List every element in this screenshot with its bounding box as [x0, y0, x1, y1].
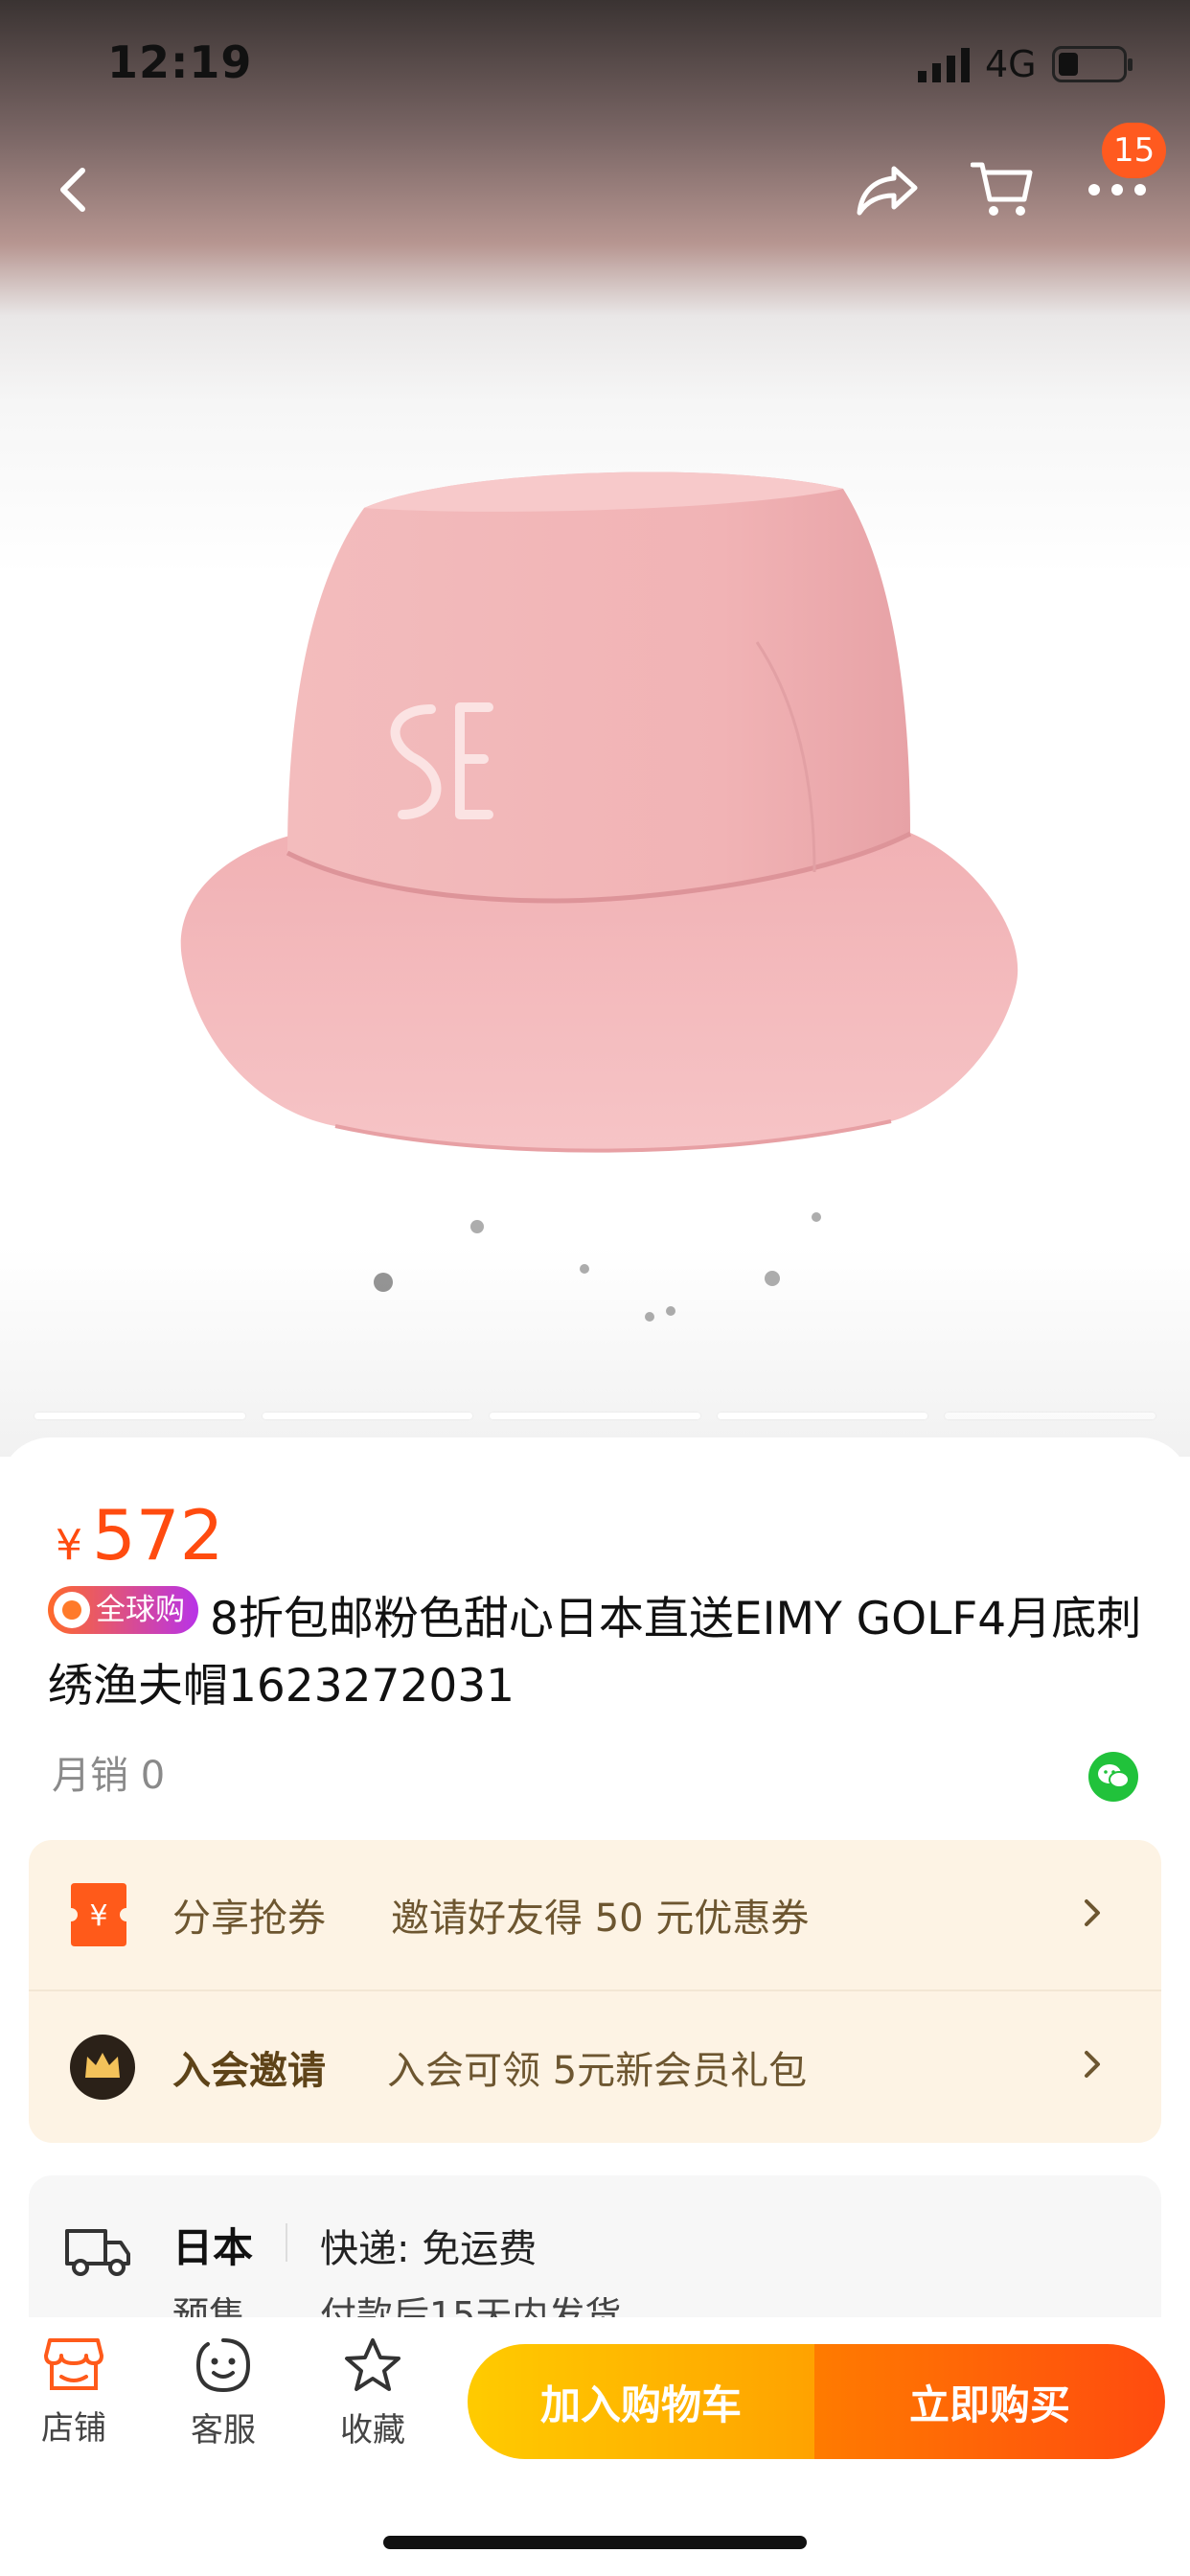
chevron-right-icon	[1085, 2051, 1100, 2078]
page-indicator-dot	[945, 1413, 1156, 1419]
notification-badge: 15	[1102, 123, 1167, 178]
sparkle-decoration	[374, 1212, 821, 1322]
status-time: 12:19	[107, 36, 253, 88]
network-type: 4G	[985, 43, 1037, 85]
price-value: 572	[92, 1495, 224, 1576]
product-image	[180, 472, 1018, 1153]
battery-fill	[1059, 53, 1078, 76]
product-image-gallery[interactable]: 12:19 4G 15	[0, 0, 1190, 1457]
coupon-icon: ¥	[69, 1883, 128, 1946]
favorite-tab[interactable]: 收藏	[320, 2336, 425, 2471]
gallery-page-indicator	[34, 1413, 1156, 1420]
purchase-buttons: 加入购物车 立即购买	[468, 2344, 1165, 2459]
membership-invite-row[interactable]: 入会邀请 入会可领 5元新会员礼包	[29, 1991, 1161, 2143]
store-icon	[44, 2338, 103, 2390]
coupon-share-row[interactable]: ¥ 分享抢券 邀请好友得 50 元优惠券	[29, 1840, 1161, 1991]
monthly-sales: 月销 0	[52, 1754, 166, 1798]
price-currency: ¥	[56, 1521, 82, 1570]
buy-now-button[interactable]: 立即购买	[814, 2344, 1165, 2459]
favorite-label: 收藏	[340, 2411, 405, 2450]
truck-icon	[65, 2229, 130, 2276]
cart-button[interactable]	[964, 151, 1041, 228]
wechat-icon	[1098, 1764, 1130, 1788]
add-to-cart-button[interactable]: 加入购物车	[468, 2344, 814, 2459]
shipping-origin: 日本	[172, 2224, 254, 2271]
chevron-right-icon	[1085, 1899, 1100, 1926]
page-indicator-dot	[262, 1413, 473, 1419]
product-title[interactable]: 全球购 8折包邮粉色甜心日本直送EIMY GOLF4月底刺绣渔夫帽1623272…	[48, 1586, 1150, 1720]
home-indicator	[383, 2536, 807, 2549]
shipping-method: 快递: 免运费	[320, 2227, 538, 2271]
customer-service-icon	[195, 2338, 251, 2393]
page-indicator-dot	[490, 1413, 700, 1419]
service-tab[interactable]: 客服	[171, 2336, 276, 2471]
battery-icon	[1052, 46, 1133, 82]
back-button[interactable]	[34, 151, 111, 228]
page-indicator-dot	[34, 1413, 245, 1419]
global-buy-label: 全球购	[96, 1593, 185, 1627]
membership-label: 入会邀请	[172, 2049, 326, 2093]
svg-text:¥: ¥	[89, 1899, 107, 1933]
store-label: 店铺	[41, 2409, 106, 2448]
global-buy-tag: 全球购	[48, 1586, 198, 1634]
store-tab[interactable]: 店铺	[21, 2336, 126, 2471]
wechat-share-button[interactable]	[1088, 1752, 1138, 1802]
chevron-left-icon	[60, 168, 85, 212]
membership-text: 入会可领 5元新会员礼包	[387, 2049, 808, 2093]
status-bar: 12:19 4G	[0, 0, 1190, 129]
service-label: 客服	[191, 2411, 256, 2450]
star-icon	[345, 2338, 400, 2391]
share-icon	[857, 166, 918, 216]
promo-panel: ¥ 分享抢券 邀请好友得 50 元优惠券 入会邀请 入会可领 5元新会员礼包	[29, 1840, 1161, 2143]
signal-icon	[918, 48, 970, 82]
coupon-label: 分享抢券	[172, 1897, 326, 1941]
share-button[interactable]	[849, 151, 926, 228]
global-buy-icon	[54, 1592, 90, 1628]
more-icon	[1088, 184, 1146, 196]
shipping-divider	[286, 2223, 287, 2262]
price: ¥ 572	[56, 1495, 223, 1576]
coupon-text: 邀请好友得 50 元优惠券	[391, 1897, 810, 1941]
cart-icon	[971, 162, 1033, 216]
nav-bar	[0, 134, 1190, 240]
crown-icon	[70, 2035, 135, 2100]
product-info-card: ¥ 572 全球购 8折包邮粉色甜心日本直送EIMY GOLF4月底刺绣渔夫帽1…	[0, 1438, 1190, 2358]
product-title-text: 8折包邮粉色甜心日本直送EIMY GOLF4月底刺绣渔夫帽1623272031	[48, 1593, 1142, 1713]
page-indicator-dot	[717, 1413, 928, 1419]
